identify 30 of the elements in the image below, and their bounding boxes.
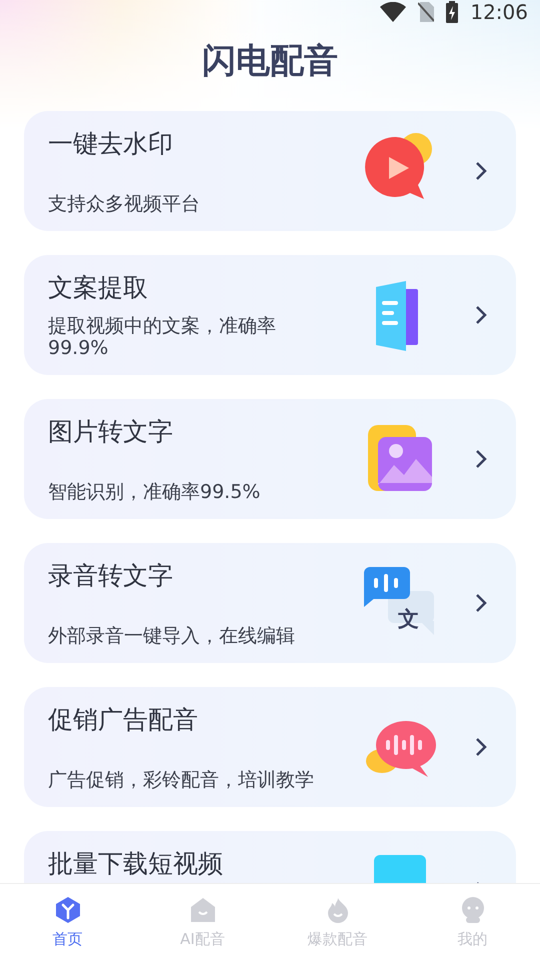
card-subtitle: 提取视频中的文案，准确率99.9% [48, 315, 277, 359]
card-subtitle: 智能识别，准确率99.5% [48, 481, 262, 503]
feature-card[interactable]: 图片转文字 智能识别，准确率99.5% [24, 399, 516, 519]
cube-icon [54, 896, 82, 924]
no-sim-icon [418, 2, 434, 22]
card-title: 一键去水印 [48, 128, 174, 160]
nav-tab[interactable]: 首页 [0, 884, 135, 960]
feature-card[interactable]: 一键去水印 支持众多视频平台 [24, 111, 516, 231]
icon-character: 文 [398, 606, 419, 633]
chevron-right-icon [474, 593, 488, 613]
chevron-right-icon [474, 161, 488, 181]
chevron-right-icon [474, 305, 488, 325]
feature-card[interactable]: 文案提取 提取视频中的文案，准确率99.9% [24, 255, 516, 375]
card-subtitle: 外部录音一键导入，在线编辑 [48, 625, 296, 647]
card-subtitle: 广告促销，彩铃配音，培训教学 [48, 769, 315, 791]
feature-card[interactable]: 促销广告配音 广告促销，彩铃配音，培训教学 [24, 687, 516, 807]
house-face-icon [188, 896, 216, 924]
wifi-icon [380, 2, 406, 22]
card-title: 文案提取 [48, 272, 149, 304]
app-title: 闪电配音 [201, 40, 339, 83]
status-time: 12:06 [470, 0, 528, 24]
card-subtitle: 支持众多视频平台 [48, 193, 201, 215]
card-title: 促销广告配音 [48, 704, 199, 736]
card-title: 批量下载短视频 [48, 848, 224, 880]
card-title: 图片转文字 [48, 416, 174, 448]
chevron-right-icon [474, 449, 488, 469]
chevron-right-icon [474, 737, 488, 757]
feature-card[interactable]: 批量下载短视频 [24, 831, 516, 883]
feature-card[interactable]: 录音转文字 外部录音一键导入，在线编辑 文 [24, 543, 516, 663]
card-title: 录音转文字 [48, 560, 174, 592]
